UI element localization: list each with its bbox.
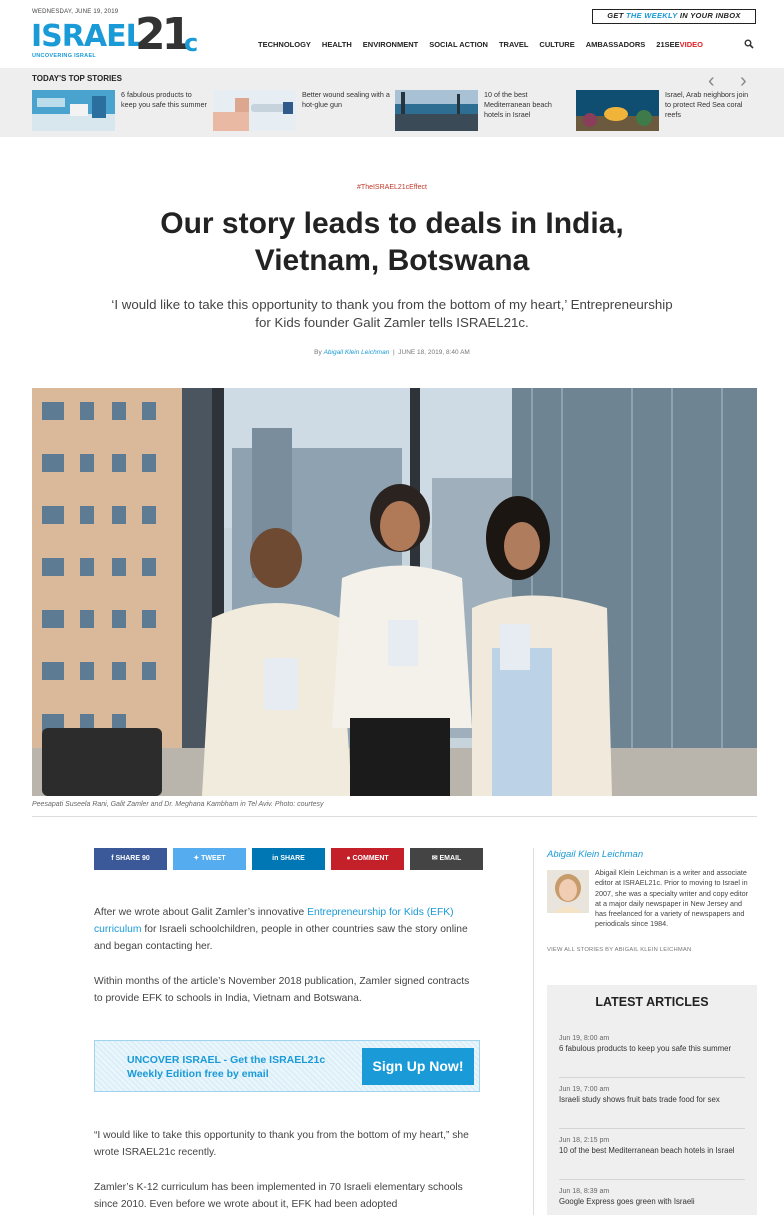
story-thumbnail — [395, 90, 478, 131]
comment-button[interactable]: ● COMMENT — [331, 848, 404, 870]
byline-date: JUNE 18, 2019, 8:40 AM — [398, 349, 470, 356]
latest-title: 6 fabulous products to keep you safe thi… — [559, 1044, 732, 1053]
inbox-pre: GET — [607, 11, 626, 20]
article-kicker[interactable]: #TheISRAEL21cEffect — [0, 184, 784, 191]
body-paragraph: Zamler’s K-12 curriculum has been implem… — [94, 1182, 463, 1210]
story-title: 6 fabulous products to keep you safe thi… — [121, 90, 207, 109]
body-paragraph: After we wrote about Galit Zamler’s inno… — [94, 904, 480, 955]
nav-21see-suffix: VIDEO — [679, 40, 703, 49]
byline-prefix: By — [314, 349, 324, 356]
author-avatar — [547, 870, 589, 913]
tweet-button[interactable]: ✦ TWEET — [173, 848, 246, 870]
logo-suffix: c — [184, 29, 199, 57]
latest-articles-panel: LATEST ARTICLES Jun 19, 8:00 am 6 fabulo… — [547, 985, 757, 1215]
share-label: TWEET — [201, 855, 226, 862]
nav-technology[interactable]: TECHNOLOGY — [258, 40, 311, 52]
latest-title: Google Express goes green with Israeli — [559, 1197, 695, 1206]
article-headline: Our story leads to deals in India, Vietn… — [160, 207, 624, 277]
story-thumbnail — [32, 90, 115, 131]
latest-time: Jun 18, 2:15 pm — [559, 1137, 610, 1144]
email-icon: ✉ — [431, 855, 440, 862]
story-title: Better wound sealing with a hot-glue gun — [302, 90, 390, 109]
nav-21see-video[interactable]: 21SEEVIDEO — [656, 40, 703, 52]
top-stories-title: TODAY'S TOP STORIES — [32, 74, 122, 83]
latest-articles-title: LATEST ARTICLES — [595, 995, 709, 1009]
list-separator — [559, 1077, 745, 1078]
nav-travel[interactable]: TRAVEL — [499, 40, 528, 52]
site-header: WEDNESDAY, JUNE 19, 2019 ISRAEL 21 c UNC… — [0, 0, 784, 68]
share-label: EMAIL — [439, 855, 462, 862]
nav-culture[interactable]: CULTURE — [539, 40, 574, 52]
list-separator — [559, 1179, 745, 1180]
nav-21see-prefix: 21SEE — [656, 40, 680, 49]
body-paragraph: “I would like to take this opportunity t… — [94, 1130, 469, 1158]
weekly-inbox-button[interactable]: GET THE WEEKLY IN YOUR INBOX — [592, 9, 756, 24]
site-logo[interactable]: ISRAEL 21 c UNCOVERING ISRAEL — [31, 9, 206, 60]
newsletter-signup-box: UNCOVER ISRAEL - Get the ISRAEL21c Weekl… — [94, 1040, 480, 1092]
inbox-post: IN YOUR INBOX — [677, 11, 741, 20]
body-paragraph: Within months of the article’s November … — [94, 976, 470, 1004]
article-dek: ‘I would like to take this opportunity t… — [111, 297, 673, 330]
linkedin-share-button[interactable]: in SHARE — [252, 848, 325, 870]
share-bar: f SHARE 90 ✦ TWEET in SHARE ● COMMENT ✉ … — [94, 848, 489, 870]
list-separator — [559, 1128, 745, 1129]
latest-article-item[interactable]: Jun 18, 2:15 pm 10 of the best Mediterra… — [559, 1137, 745, 1157]
story-title: 10 of the best Mediterranean beach hotel… — [484, 90, 552, 119]
email-share-button[interactable]: ✉ EMAIL — [410, 848, 483, 870]
sidebar-divider — [533, 848, 534, 1215]
nav-environment[interactable]: ENVIRONMENT — [363, 40, 418, 52]
share-label: SHARE — [280, 855, 305, 862]
byline-author[interactable]: Abigail Klein Leichman — [324, 349, 390, 356]
logo-israel: ISRAEL — [31, 19, 145, 54]
nav-social-action[interactable]: SOCIAL ACTION — [429, 40, 488, 52]
nav-ambassadors[interactable]: AMBASSADORS — [586, 40, 646, 52]
inbox-highlight: THE WEEKLY — [625, 11, 678, 20]
latest-article-item[interactable]: Jun 19, 8:00 am 6 fabulous products to k… — [559, 1035, 745, 1055]
latest-article-item[interactable]: Jun 18, 8:39 am Google Express goes gree… — [559, 1188, 745, 1208]
share-label: SHARE 90 — [115, 855, 150, 862]
logo-number: 21 — [135, 9, 192, 60]
latest-time: Jun 18, 8:39 am — [559, 1188, 610, 1195]
view-all-stories-link[interactable]: VIEW ALL STORIES BY ABIGAIL KLEIN LEICHM… — [547, 947, 691, 953]
byline-separator: | — [392, 349, 395, 356]
top-stories-bar: TODAY'S TOP STORIES ‹ › 6 fabulous produ… — [0, 68, 784, 137]
logo-tagline: UNCOVERING ISRAEL — [32, 53, 97, 59]
divider — [32, 816, 757, 817]
story-thumbnail — [576, 90, 659, 131]
article-byline: By Abigail Klein Leichman | JUNE 18, 201… — [0, 349, 784, 356]
body-text: for Israeli schoolchildren, people in ot… — [94, 924, 468, 952]
author-bio: Abigail Klein Leichman is a writer and a… — [595, 868, 749, 929]
latest-title: 10 of the best Mediterranean beach hotel… — [559, 1146, 735, 1155]
latest-time: Jun 19, 7:00 am — [559, 1086, 610, 1093]
body-text: After we wrote about Galit Zamler’s inno… — [94, 907, 308, 918]
nav-health[interactable]: HEALTH — [322, 40, 352, 52]
signup-text: UNCOVER ISRAEL - Get the ISRAEL21c Weekl… — [127, 1054, 326, 1080]
article-photo — [32, 388, 757, 796]
latest-article-item[interactable]: Jun 19, 7:00 am Israeli study shows frui… — [559, 1086, 745, 1106]
story-thumbnail — [213, 90, 296, 131]
facebook-share-button[interactable]: f SHARE 90 — [94, 848, 167, 870]
sign-up-button[interactable]: Sign Up Now! — [362, 1048, 474, 1085]
share-label: COMMENT — [352, 855, 389, 862]
story-title: Israel, Arab neighbors join to protect R… — [665, 90, 749, 119]
twitter-icon: ✦ — [193, 855, 202, 862]
main-nav: TECHNOLOGY HEALTH ENVIRONMENT SOCIAL ACT… — [258, 40, 714, 52]
sidebar-author-name[interactable]: Abigail Klein Leichman — [547, 849, 643, 860]
search-icon[interactable] — [744, 39, 754, 49]
photo-caption: Peesapati Suseela Rani, Galit Zamler and… — [32, 801, 324, 808]
latest-title: Israeli study shows fruit bats trade foo… — [559, 1095, 720, 1104]
latest-time: Jun 19, 8:00 am — [559, 1035, 610, 1042]
